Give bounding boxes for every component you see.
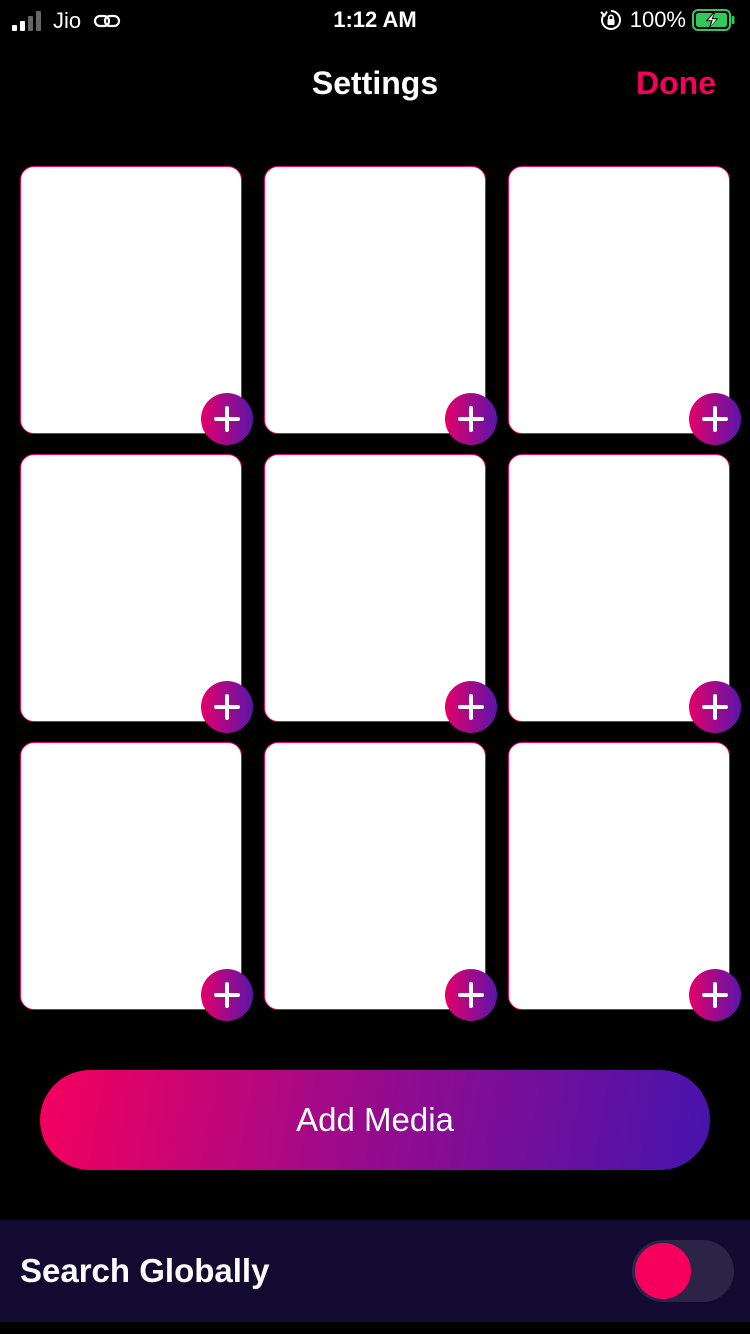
add-photo-button[interactable] [445, 969, 497, 1021]
plus-icon [702, 406, 728, 432]
add-media-button[interactable]: Add Media [40, 1070, 710, 1170]
plus-icon [458, 406, 484, 432]
media-grid [20, 166, 741, 1021]
done-button[interactable]: Done [636, 65, 716, 102]
plus-icon [702, 982, 728, 1008]
add-photo-button[interactable] [445, 681, 497, 733]
plus-icon [702, 694, 728, 720]
add-photo-button[interactable] [201, 393, 253, 445]
battery-charging-icon [692, 9, 735, 31]
media-slot[interactable] [264, 166, 497, 445]
search-globally-label: Search Globally [20, 1252, 270, 1289]
media-slot[interactable] [508, 454, 741, 733]
media-slot[interactable] [20, 166, 253, 445]
search-globally-toggle[interactable] [632, 1240, 734, 1302]
media-slot[interactable] [508, 742, 741, 1021]
media-slot[interactable] [508, 166, 741, 445]
status-left: Jio [12, 8, 121, 34]
add-photo-button[interactable] [689, 969, 741, 1021]
orientation-lock-icon [600, 10, 621, 30]
plus-icon [214, 406, 240, 432]
media-slot[interactable] [20, 742, 253, 1021]
link-icon [94, 14, 121, 28]
nav-bar: Settings Done [0, 55, 750, 115]
plus-icon [458, 982, 484, 1008]
add-media-label: Add Media [296, 1101, 454, 1138]
carrier-name: Jio [53, 8, 82, 33]
signal-icon [12, 11, 41, 31]
plus-icon [214, 694, 240, 720]
search-globally-row: Search Globally [0, 1220, 750, 1322]
plus-icon [458, 694, 484, 720]
battery-percent: 100% [629, 7, 686, 32]
add-photo-button[interactable] [689, 393, 741, 445]
media-slot[interactable] [264, 454, 497, 733]
status-right: 100% [600, 7, 736, 33]
plus-icon [214, 982, 240, 1008]
add-photo-button[interactable] [689, 681, 741, 733]
add-photo-button[interactable] [201, 969, 253, 1021]
status-bar: Jio 1:12 AM 100% [0, 0, 750, 40]
media-slot[interactable] [20, 454, 253, 733]
media-slot[interactable] [264, 742, 497, 1021]
add-photo-button[interactable] [445, 393, 497, 445]
settings-screen: Jio 1:12 AM 100% Settings Done Add Media… [0, 0, 750, 1334]
add-photo-button[interactable] [201, 681, 253, 733]
toggle-knob [635, 1243, 691, 1299]
